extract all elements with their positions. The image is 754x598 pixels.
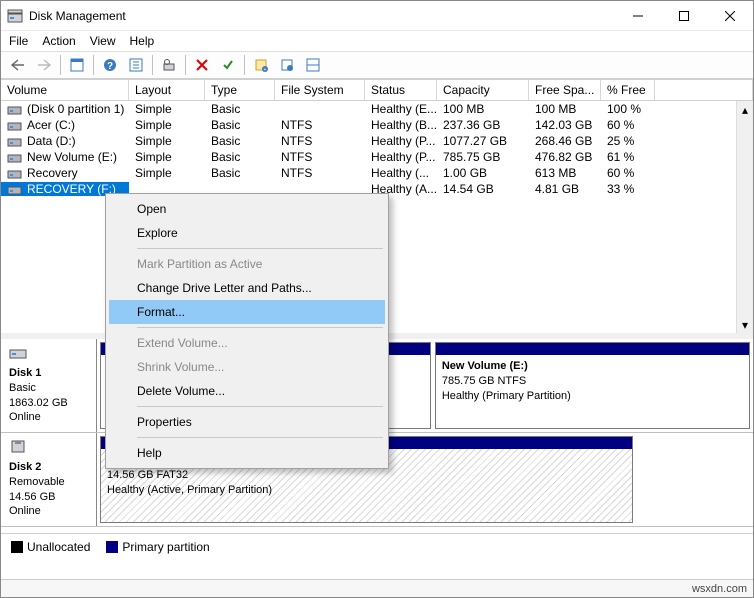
ctx-explore[interactable]: Explore	[109, 221, 385, 245]
hdd-icon	[9, 345, 27, 359]
col-volume[interactable]: Volume	[1, 80, 129, 100]
forward-button[interactable]	[32, 53, 56, 77]
col-free[interactable]: Free Spa...	[529, 80, 601, 100]
check-icon[interactable]	[216, 53, 240, 77]
volume-row[interactable]: New Volume (E:)SimpleBasicNTFSHealthy (P…	[1, 149, 753, 165]
disk1-label: Disk 1 Basic 1863.02 GB Online	[1, 339, 97, 432]
back-button[interactable]	[6, 53, 30, 77]
ctx-format[interactable]: Format...	[109, 300, 385, 324]
svg-text:?: ?	[107, 61, 113, 72]
delete-icon[interactable]	[190, 53, 214, 77]
ctx-open[interactable]: Open	[109, 197, 385, 221]
help-icon[interactable]: ?	[98, 53, 122, 77]
volume-icon	[7, 167, 23, 179]
volume-icon	[7, 135, 23, 147]
context-menu: Open Explore Mark Partition as Active Ch…	[105, 193, 389, 469]
ctx-change-letter[interactable]: Change Drive Letter and Paths...	[109, 276, 385, 300]
ctx-properties[interactable]: Properties	[109, 410, 385, 434]
footer: wsxdn.com	[1, 579, 753, 597]
col-status[interactable]: Status	[365, 80, 437, 100]
volume-row[interactable]: Acer (C:)SimpleBasicNTFSHealthy (B...237…	[1, 117, 753, 133]
svg-text:+: +	[264, 67, 267, 72]
volume-list-header: Volume Layout Type File System Status Ca…	[1, 79, 753, 101]
footer-site: wsxdn.com	[692, 583, 747, 595]
close-button[interactable]	[707, 1, 753, 31]
ctx-shrink: Shrink Volume...	[109, 355, 385, 379]
col-filesystem[interactable]: File System	[275, 80, 365, 100]
col-type[interactable]: Type	[205, 80, 275, 100]
properties-icon[interactable]	[65, 53, 89, 77]
ctx-delete[interactable]: Delete Volume...	[109, 379, 385, 403]
layout-icon[interactable]	[301, 53, 325, 77]
ctx-mark-active: Mark Partition as Active	[109, 252, 385, 276]
volume-row[interactable]: (Disk 0 partition 1)SimpleBasicHealthy (…	[1, 101, 753, 117]
volume-icon	[7, 183, 23, 195]
legend: Unallocated Primary partition	[1, 533, 753, 559]
menu-action[interactable]: Action	[42, 34, 75, 48]
toolbar: ? +	[1, 51, 753, 79]
ctx-extend: Extend Volume...	[109, 331, 385, 355]
vertical-scrollbar[interactable]: ▴ ▾	[736, 101, 753, 333]
removable-icon	[9, 439, 27, 453]
volume-icon	[7, 151, 23, 163]
menu-file[interactable]: File	[9, 34, 28, 48]
new-volume-icon[interactable]: +	[249, 53, 273, 77]
menu-bar: File Action View Help	[1, 31, 753, 51]
unallocated-swatch	[11, 541, 23, 553]
disk2-label: Disk 2 Removable 14.56 GB Online	[1, 433, 97, 526]
title-bar: Disk Management	[1, 1, 753, 31]
partition-e[interactable]: New Volume (E:) 785.75 GB NTFS Healthy (…	[435, 342, 750, 429]
menu-help[interactable]: Help	[130, 34, 155, 48]
volume-row[interactable]: Data (D:)SimpleBasicNTFSHealthy (P...107…	[1, 133, 753, 149]
app-icon	[7, 8, 23, 24]
volume-icon	[7, 103, 23, 115]
minimize-button[interactable]	[615, 1, 661, 31]
menu-view[interactable]: View	[90, 34, 116, 48]
primary-swatch	[106, 541, 118, 553]
window-title: Disk Management	[29, 9, 615, 23]
refresh-icon[interactable]	[124, 53, 148, 77]
col-capacity[interactable]: Capacity	[437, 80, 529, 100]
volume-icon	[7, 119, 23, 131]
maximize-button[interactable]	[661, 1, 707, 31]
col-blank	[655, 80, 753, 100]
volume-row[interactable]: RecoverySimpleBasicNTFSHealthy (...1.00 …	[1, 165, 753, 181]
rescan-icon[interactable]	[157, 53, 181, 77]
settings-icon[interactable]	[275, 53, 299, 77]
col-pctfree[interactable]: % Free	[601, 80, 655, 100]
ctx-help[interactable]: Help	[109, 441, 385, 465]
col-layout[interactable]: Layout	[129, 80, 205, 100]
